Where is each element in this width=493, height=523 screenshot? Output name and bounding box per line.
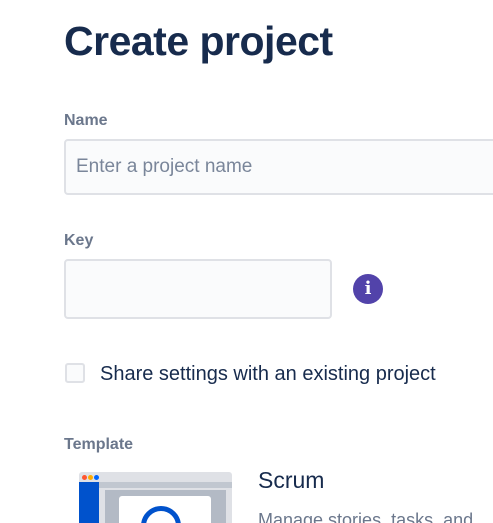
template-name[interactable]: Scrum bbox=[258, 467, 324, 494]
project-name-input[interactable] bbox=[64, 139, 493, 195]
template-description: Manage stories, tasks, and bbox=[258, 510, 474, 523]
page-title: Create project bbox=[64, 18, 333, 64]
window-dots-icon bbox=[82, 475, 100, 481]
project-key-input[interactable] bbox=[64, 259, 332, 319]
info-icon[interactable]: i bbox=[353, 274, 383, 304]
share-settings-label[interactable]: Share settings with an existing project bbox=[100, 363, 436, 386]
share-settings-checkbox[interactable] bbox=[65, 363, 85, 383]
key-label: Key bbox=[64, 232, 94, 249]
name-label: Name bbox=[64, 112, 108, 129]
create-project-page: Create project Name Key i Share settings… bbox=[0, 0, 493, 523]
template-label: Template bbox=[64, 436, 134, 453]
scrum-template-thumbnail[interactable] bbox=[79, 472, 232, 523]
